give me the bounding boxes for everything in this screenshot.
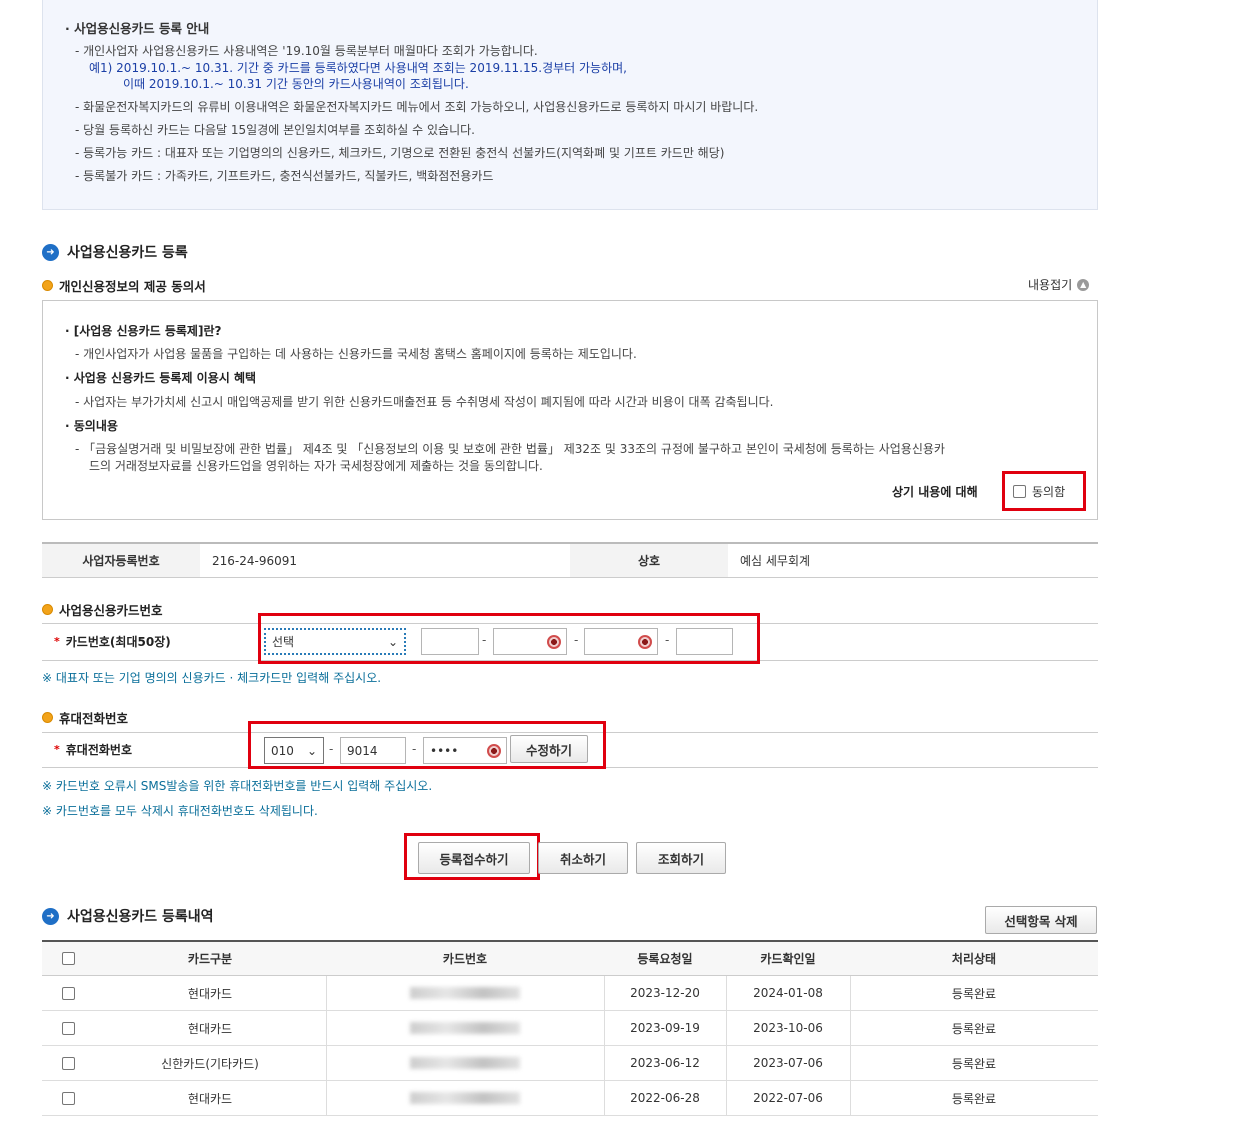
row-checkbox[interactable] (61, 1091, 75, 1105)
cell-request-date: 2023-12-20 (630, 986, 700, 1000)
col-card-type: 카드구분 (187, 952, 233, 966)
phone-note: ※ 카드번호 오류시 SMS발송을 위한 휴대전화번호를 반드시 입력해 주십시… (42, 779, 433, 793)
required-icon: * (54, 635, 60, 648)
agree-label: 동의함 (1032, 484, 1066, 499)
guide-line: - 화물운전자복지카드의 유류비 이용내역은 화물운전자복지카드 메뉴에서 조회… (75, 100, 759, 114)
cell-card-type: 현대카드 (187, 986, 233, 1001)
chevron-up-icon: ▲ (1077, 278, 1090, 291)
highlight-frame (248, 721, 606, 769)
col-card-number: 카드번호 (442, 952, 488, 966)
cell-card-type: 현대카드 (187, 1091, 233, 1106)
guide-line: - 개인사업자 사업용신용카드 사용내역은 '19.10월 등록분부터 매월마다… (75, 44, 538, 58)
agree-checkbox[interactable] (1013, 484, 1026, 498)
consent-line: - 개인사업자가 사업용 물품을 구입하는 데 사용하는 신용카드를 국세청 홈… (75, 347, 637, 361)
agree-checkbox-frame[interactable]: 동의함 (1002, 471, 1086, 511)
bullet-icon (42, 712, 53, 723)
cancel-button[interactable]: 취소하기 (538, 842, 628, 874)
cell-card-number-masked (326, 1081, 604, 1115)
arrow-right-icon: ➜ (42, 907, 59, 925)
cell-card-type: 신한카드(기타카드) (161, 1056, 259, 1071)
consent-line: - 사업자는 부가가치세 신고시 매입액공제를 받기 위한 신용카드매출전표 등… (75, 395, 774, 409)
col-status: 처리상태 (951, 952, 997, 966)
register-section-title: ➜ 사업용신용카드 등록 (42, 242, 188, 262)
consent-title: 개인신용정보의 제공 동의서 (42, 276, 206, 295)
col-confirm-date: 카드확인일 (760, 952, 816, 966)
business-info-row: 사업자등록번호 216-24-96091 상호 예심 세무회계 (42, 542, 1098, 578)
guide-title: · 사업용신용카드 등록 안내 (65, 21, 210, 36)
phone-label: * 휴대전화번호 (54, 743, 133, 757)
cell-request-date: 2023-09-19 (630, 1021, 700, 1035)
guide-line: - 등록가능 카드 : 대표자 또는 기업명의의 신용카드, 체크카드, 기명으… (75, 146, 725, 160)
col-request-date: 등록요청일 (637, 952, 693, 966)
cell-confirm-date: 2024-01-08 (753, 986, 823, 1000)
cell-card-number-masked (326, 1011, 604, 1045)
card-label: * 카드번호(최대50장) (54, 635, 171, 649)
consent-line: · 동의내용 (65, 419, 118, 433)
cell-card-number-masked (326, 1046, 604, 1080)
consent-line: 드의 거래정보자료를 신용카드업을 영위하는 자가 국세청장에게 제출하는 것을… (89, 459, 543, 473)
consent-line: · [사업용 신용카드 등록제]란? (65, 324, 222, 338)
fold-toggle[interactable]: 내용접기 ▲ (1028, 276, 1090, 293)
cell-card-type: 현대카드 (187, 1021, 233, 1036)
required-icon: * (54, 743, 60, 756)
consent-line: - 「금융실명거래 및 비밀보장에 관한 법률」 제4조 및 「신용정보의 이용… (75, 442, 945, 456)
card-section-title: 사업용신용카드번호 (42, 600, 163, 619)
highlight-frame (258, 613, 760, 664)
guide-line: - 당월 등록하신 카드는 다음달 15일경에 본인일치여부를 조회하실 수 있… (75, 123, 475, 137)
phone-note: ※ 카드번호를 모두 삭제시 휴대전화번호도 삭제됩니다. (42, 804, 318, 818)
bullet-icon (42, 604, 53, 615)
cell-card-number-masked (326, 976, 604, 1010)
cell-status: 등록완료 (951, 1056, 997, 1071)
company-label: 상호 (570, 544, 728, 577)
consent-line: · 사업용 신용카드 등록제 이용시 혜택 (65, 371, 257, 385)
cell-request-date: 2023-06-12 (630, 1056, 700, 1070)
guide-line: 예1) 2019.10.1.~ 10.31. 기간 중 카드를 등록하였다면 사… (89, 61, 627, 75)
biz-no-value: 216-24-96091 (212, 553, 298, 568)
history-table-header: 카드구분 카드번호 등록요청일 카드확인일 처리상태 (42, 940, 1098, 976)
arrow-right-icon: ➜ (42, 243, 59, 261)
agree-row: 상기 내용에 대해 (892, 485, 978, 499)
table-row: 현대카드 2023-09-19 2023-10-06 등록완료 (42, 1011, 1098, 1046)
registration-guide-box: · 사업용신용카드 등록 안내 - 개인사업자 사업용신용카드 사용내역은 '1… (42, 0, 1098, 210)
cell-confirm-date: 2023-10-06 (753, 1021, 823, 1035)
cell-status: 등록완료 (951, 986, 997, 1001)
delete-selected-button[interactable]: 선택항목 삭제 (985, 906, 1097, 934)
guide-line: - 등록불가 카드 : 가족카드, 기프트카드, 충전식선불카드, 직불카드, … (75, 169, 494, 183)
highlight-frame (404, 833, 540, 880)
row-checkbox[interactable] (61, 986, 75, 1000)
table-row: 현대카드 2022-06-28 2022-07-06 등록완료 (42, 1081, 1098, 1116)
row-checkbox[interactable] (61, 1056, 75, 1070)
company-value: 예심 세무회계 (740, 554, 811, 568)
cell-status: 등록완료 (951, 1091, 997, 1106)
card-note: ※ 대표자 또는 기업 명의의 신용카드 · 체크카드만 입력해 주십시오. (42, 671, 382, 685)
table-row: 현대카드 2023-12-20 2024-01-08 등록완료 (42, 976, 1098, 1011)
cell-confirm-date: 2023-07-06 (753, 1056, 823, 1070)
row-checkbox[interactable] (61, 1021, 75, 1035)
table-row: 신한카드(기타카드) 2023-06-12 2023-07-06 등록완료 (42, 1046, 1098, 1081)
cell-status: 등록완료 (951, 1021, 997, 1036)
phone-section-title: 휴대전화번호 (42, 708, 128, 727)
bullet-icon (42, 280, 53, 291)
cell-confirm-date: 2022-07-06 (753, 1091, 823, 1105)
select-all-checkbox[interactable] (61, 952, 75, 965)
search-button[interactable]: 조회하기 (636, 842, 726, 874)
history-section-title: ➜ 사업용신용카드 등록내역 (42, 906, 214, 926)
biz-no-label: 사업자등록번호 (42, 544, 200, 577)
cell-request-date: 2022-06-28 (630, 1091, 700, 1105)
guide-line: 이때 2019.10.1.~ 10.31 기간 동안의 카드사용내역이 조회됩니… (123, 77, 469, 91)
